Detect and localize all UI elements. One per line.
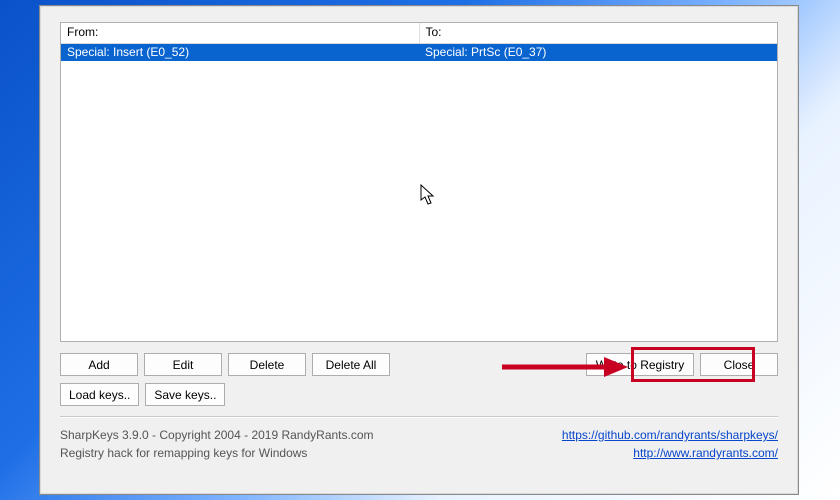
desktop-background: From: To: Special: Insert (E0_52) Specia… — [0, 0, 840, 500]
button-row-1: Add Edit Delete Delete All Write to Regi… — [60, 353, 778, 376]
copyright-text: SharpKeys 3.9.0 - Copyright 2004 - 2019 … — [60, 426, 374, 444]
list-header: From: To: — [61, 23, 777, 44]
header-to[interactable]: To: — [420, 23, 778, 43]
footer: SharpKeys 3.9.0 - Copyright 2004 - 2019 … — [60, 426, 778, 462]
separator — [60, 416, 778, 417]
cell-from: Special: Insert (E0_52) — [61, 44, 419, 61]
add-button[interactable]: Add — [60, 353, 138, 376]
close-button[interactable]: Close — [700, 353, 778, 376]
delete-all-button[interactable]: Delete All — [312, 353, 390, 376]
table-row[interactable]: Special: Insert (E0_52) Special: PrtSc (… — [61, 44, 777, 61]
edit-button[interactable]: Edit — [144, 353, 222, 376]
github-link[interactable]: https://github.com/randyrants/sharpkeys/ — [562, 428, 778, 442]
mapping-list[interactable]: From: To: Special: Insert (E0_52) Specia… — [60, 22, 778, 342]
button-row-2: Load keys.. Save keys.. — [60, 383, 778, 406]
website-link[interactable]: http://www.randyrants.com/ — [633, 446, 778, 460]
write-registry-button[interactable]: Write to Registry — [586, 353, 694, 376]
sharpkeys-window: From: To: Special: Insert (E0_52) Specia… — [39, 5, 799, 495]
description-text: Registry hack for remapping keys for Win… — [60, 444, 374, 462]
load-keys-button[interactable]: Load keys.. — [60, 383, 139, 406]
save-keys-button[interactable]: Save keys.. — [145, 383, 225, 406]
header-from[interactable]: From: — [61, 23, 420, 43]
delete-button[interactable]: Delete — [228, 353, 306, 376]
cell-to: Special: PrtSc (E0_37) — [419, 44, 777, 61]
